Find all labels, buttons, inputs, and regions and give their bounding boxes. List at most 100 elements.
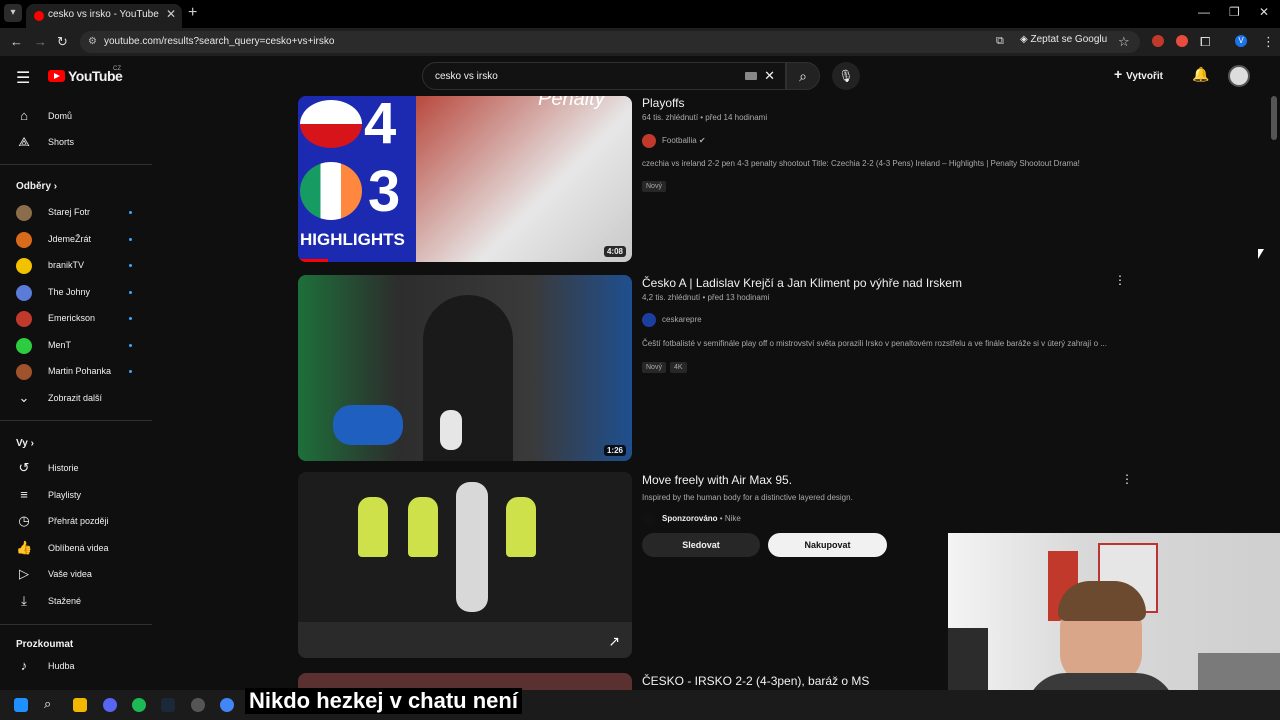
channel-link[interactable]: ceskarepre <box>642 313 702 327</box>
video-thumbnail[interactable]: 4 3 HIGHLIGHTS Penalty 4:08 <box>298 96 632 262</box>
forward-icon[interactable]: → <box>34 34 47 49</box>
ad-thumbnail[interactable]: ↗ <box>298 472 632 658</box>
sidebar-divider <box>0 420 152 421</box>
sidebar-item-your-videos[interactable]: ▷ Vaše videa <box>0 562 150 588</box>
ask-google-label: Zeptat se Googlu <box>1030 34 1108 45</box>
reload-icon[interactable]: ↻ <box>57 34 68 50</box>
video-duration: 4:08 <box>603 246 626 257</box>
browser-tab[interactable]: cesko vs irsko - YouTube ✕ <box>26 4 182 28</box>
create-button[interactable]: + Vytvořit <box>1114 66 1163 82</box>
sidebar-item-label: MenT <box>48 340 72 350</box>
video-thumbnail[interactable]: 1:26 <box>298 275 632 461</box>
file-explorer-icon[interactable] <box>73 698 87 712</box>
ask-google-button[interactable]: ◈ Zeptat se Googlu <box>1020 34 1107 45</box>
sidebar-item-playlists[interactable]: ≡ Playlisty <box>0 483 150 509</box>
back-icon[interactable]: ← <box>10 34 23 49</box>
sidebar-item-watch-later[interactable]: ◷ Přehrát později <box>0 509 150 535</box>
clear-search-icon[interactable]: ✕ <box>764 68 775 84</box>
search-button[interactable]: ⌕ <box>786 62 820 90</box>
sidebar-item-liked[interactable]: 👍 Oblíbená videa <box>0 536 150 562</box>
voice-search-button[interactable]: 🎙 <box>832 62 860 90</box>
sidebar-item-label: Zobrazit další <box>48 393 103 403</box>
youtube-logo-icon[interactable] <box>48 70 65 82</box>
new-badge: Nový <box>642 181 666 192</box>
download-icon: ⤓ <box>21 593 27 608</box>
tab-close-icon[interactable]: ✕ <box>166 7 176 21</box>
sidebar-sub-martin-pohanka[interactable]: Martin Pohanka <box>0 359 150 385</box>
sidebar-sub-ment[interactable]: MenT <box>0 333 150 359</box>
video-meta: 64 tis. zhlédnutí • před 14 hodinami <box>642 113 768 122</box>
discord-icon[interactable] <box>103 698 117 712</box>
sidebar-item-shorts[interactable]: ⟁ Shorts <box>0 130 150 156</box>
external-link-icon[interactable]: ↗ <box>608 633 620 650</box>
thumbnail-yellow-chair <box>358 497 388 557</box>
history-icon: ↺ <box>18 460 30 475</box>
adblock-icon[interactable] <box>1152 35 1164 47</box>
keyboard-icon[interactable] <box>745 72 757 80</box>
page-scrollbar[interactable] <box>1271 96 1277 140</box>
spotify-icon[interactable] <box>132 698 146 712</box>
obs-icon[interactable] <box>191 698 205 712</box>
subscriptions-header[interactable]: Odběry › <box>16 181 57 192</box>
channel-name: Footballia <box>662 136 697 146</box>
account-avatar[interactable] <box>1228 65 1250 87</box>
restore-button[interactable]: ❐ <box>1229 5 1240 19</box>
steam-icon[interactable] <box>161 698 175 712</box>
search-input[interactable]: cesko vs irsko ✕ <box>422 62 786 90</box>
site-info-icon[interactable]: ⚙ <box>88 36 97 47</box>
stream-caption: Nikdo hezkej v chatu není <box>245 688 522 714</box>
webcam-streamer-hair <box>1058 581 1146 621</box>
channel-avatar <box>16 258 32 274</box>
channel-link[interactable]: Footballia ✔ <box>642 134 706 148</box>
minimize-button[interactable]: — <box>1198 5 1210 19</box>
sidebar-sub-starej-fotr[interactable]: Starej Fotr <box>0 200 150 226</box>
search-query-text: cesko vs irsko <box>435 71 498 82</box>
subscriptions-header-label: Odběry <box>16 181 52 192</box>
extensions-puzzle-icon[interactable]: ⧠ <box>1200 34 1210 50</box>
video-title[interactable]: ČESKO - IRSKO 2-2 (4-3pen), baráž o MS <box>642 674 869 688</box>
new-content-dot <box>129 264 132 267</box>
new-tab-button[interactable]: + <box>188 4 197 22</box>
sidebar-item-history[interactable]: ↺ Historie <box>0 456 150 482</box>
sidebar-item-downloads[interactable]: ⤓ Stažené <box>0 589 150 615</box>
you-header[interactable]: Vy › <box>16 438 34 449</box>
sidebar-show-more[interactable]: ⌄ Zobrazit další <box>0 386 150 412</box>
shop-button[interactable]: Nakupovat <box>768 533 887 557</box>
profile-avatar[interactable]: V <box>1235 35 1247 47</box>
sidebar-item-label: JdemeŽrát <box>48 234 92 244</box>
extension-red-icon[interactable] <box>1176 35 1188 47</box>
bookmark-star-icon[interactable]: ☆ <box>1118 34 1130 50</box>
sidebar-divider <box>0 164 152 165</box>
sidebar-sub-braniktv[interactable]: branikTV <box>0 253 150 279</box>
taskbar-search-icon[interactable]: ⌕ <box>44 696 58 711</box>
follow-button[interactable]: Sledovat <box>642 533 760 557</box>
ad-title[interactable]: Move freely with Air Max 95. <box>642 473 792 487</box>
chrome-icon[interactable] <box>220 698 234 712</box>
video-title[interactable]: Česko A | Ladislav Krejčí a Jan Kliment … <box>642 276 962 290</box>
sidebar-item-home[interactable]: ⌂ Domů <box>0 104 150 130</box>
czech-flag-icon <box>300 100 362 148</box>
new-content-dot <box>129 370 132 373</box>
sidebar-sub-jdemezrat[interactable]: JdemeŽrát <box>0 227 150 253</box>
more-actions-icon[interactable]: ⋮ <box>1114 273 1126 287</box>
cast-icon[interactable]: ⧉ <box>996 35 1004 48</box>
more-actions-icon[interactable]: ⋮ <box>1121 472 1133 486</box>
ad-sponsor[interactable]: Sponzorováno • Nike <box>642 512 741 526</box>
tab-search-button[interactable]: ▾ <box>4 4 22 22</box>
sidebar-item-label: Starej Fotr <box>48 207 91 217</box>
sidebar-item-music[interactable]: ♪ Hudba <box>0 654 150 680</box>
channel-avatar <box>16 338 32 354</box>
channel-avatar <box>16 205 32 221</box>
notifications-bell-icon[interactable]: 🔔 <box>1192 66 1209 83</box>
youtube-header: ☰ YouTube CZ cesko vs irsko ✕ ⌕ 🎙 + Vytv… <box>0 56 1280 96</box>
chevron-right-icon: › <box>53 181 58 192</box>
video-title[interactable]: Playoffs <box>642 96 684 110</box>
sidebar-sub-emerickson[interactable]: Emerickson <box>0 306 150 332</box>
menu-hamburger-icon[interactable]: ☰ <box>16 68 30 88</box>
sidebar-sub-the-johny[interactable]: The Johny <box>0 280 150 306</box>
windows-start-icon[interactable] <box>14 698 28 712</box>
browser-menu-icon[interactable]: ⋮ <box>1262 34 1275 50</box>
thumbnail-flag-panel: 4 3 HIGHLIGHTS <box>298 96 416 262</box>
window-close-button[interactable]: ✕ <box>1259 5 1269 19</box>
address-bar[interactable]: ⚙ youtube.com/results?search_query=cesko… <box>80 31 1140 53</box>
